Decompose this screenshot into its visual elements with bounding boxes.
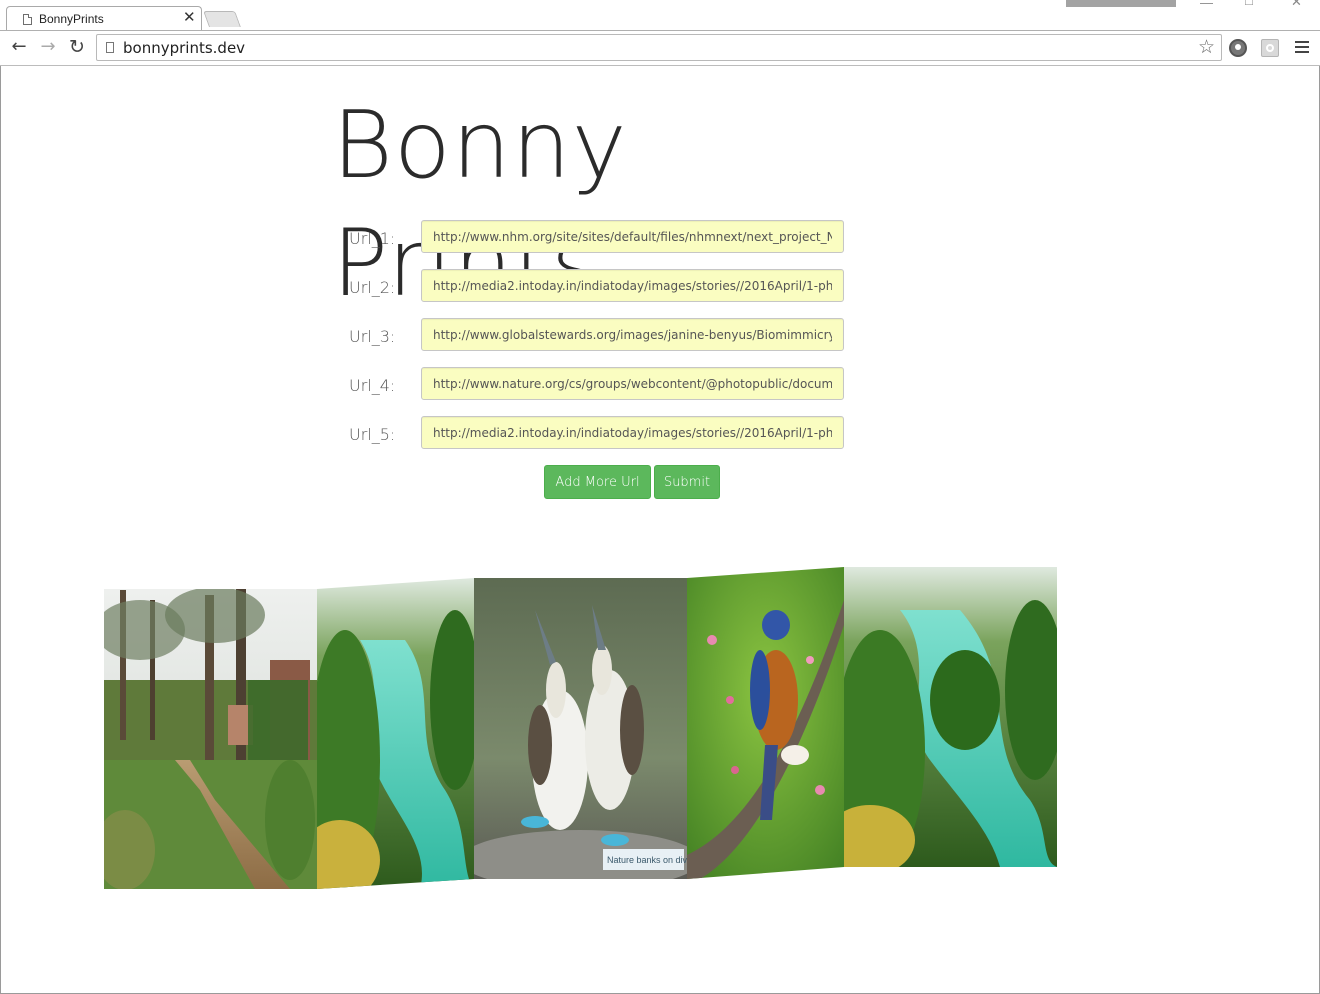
add-more-url-button[interactable]: Add More Url xyxy=(544,465,651,499)
url-input-1[interactable] xyxy=(421,220,844,253)
url-row: Url_1: xyxy=(349,220,849,254)
tab-strip: BonnyPrints ✕ — □ ✕ xyxy=(0,0,1320,30)
forward-icon[interactable]: → xyxy=(36,35,60,59)
url-input-4[interactable] xyxy=(421,367,844,400)
url-input-5[interactable] xyxy=(421,416,844,449)
address-text[interactable]: bonnyprints.dev xyxy=(123,39,245,57)
url-label: Url_3: xyxy=(349,327,396,346)
submit-button[interactable]: Submit xyxy=(654,465,720,499)
url-row: Url_5: xyxy=(349,416,849,450)
url-label: Url_4: xyxy=(349,376,396,395)
browser-tab[interactable]: BonnyPrints ✕ xyxy=(6,6,202,30)
url-label: Url_2: xyxy=(349,278,396,297)
settings-extension-icon[interactable] xyxy=(1261,39,1279,57)
url-row: Url_4: xyxy=(349,367,849,401)
page-icon xyxy=(106,42,114,53)
url-input-3[interactable] xyxy=(421,318,844,351)
new-tab-button[interactable] xyxy=(203,11,241,27)
maximize-icon[interactable]: □ xyxy=(1245,0,1253,8)
tab-title: BonnyPrints xyxy=(39,12,104,26)
back-icon[interactable]: ← xyxy=(7,35,31,59)
bookmark-star-icon[interactable]: ☆ xyxy=(1198,36,1215,58)
url-input-2[interactable] xyxy=(421,269,844,302)
url-label: Url_1: xyxy=(349,229,396,248)
extension-icon[interactable] xyxy=(1229,39,1247,57)
reload-icon[interactable]: ↻ xyxy=(65,35,89,59)
url-row: Url_3: xyxy=(349,318,849,352)
minimize-icon[interactable]: — xyxy=(1200,0,1213,10)
menu-icon[interactable] xyxy=(1295,41,1309,56)
url-row: Url_2: xyxy=(349,269,849,303)
close-tab-icon[interactable]: ✕ xyxy=(183,9,196,26)
browser-toolbar: ← → ↻ bonnyprints.dev ☆ xyxy=(0,30,1320,66)
window-close-icon[interactable]: ✕ xyxy=(1291,0,1302,9)
profile-button[interactable] xyxy=(1066,0,1176,7)
page-icon xyxy=(23,14,32,25)
address-bar[interactable]: bonnyprints.dev ☆ xyxy=(96,34,1222,61)
url-label: Url_5: xyxy=(349,425,396,444)
